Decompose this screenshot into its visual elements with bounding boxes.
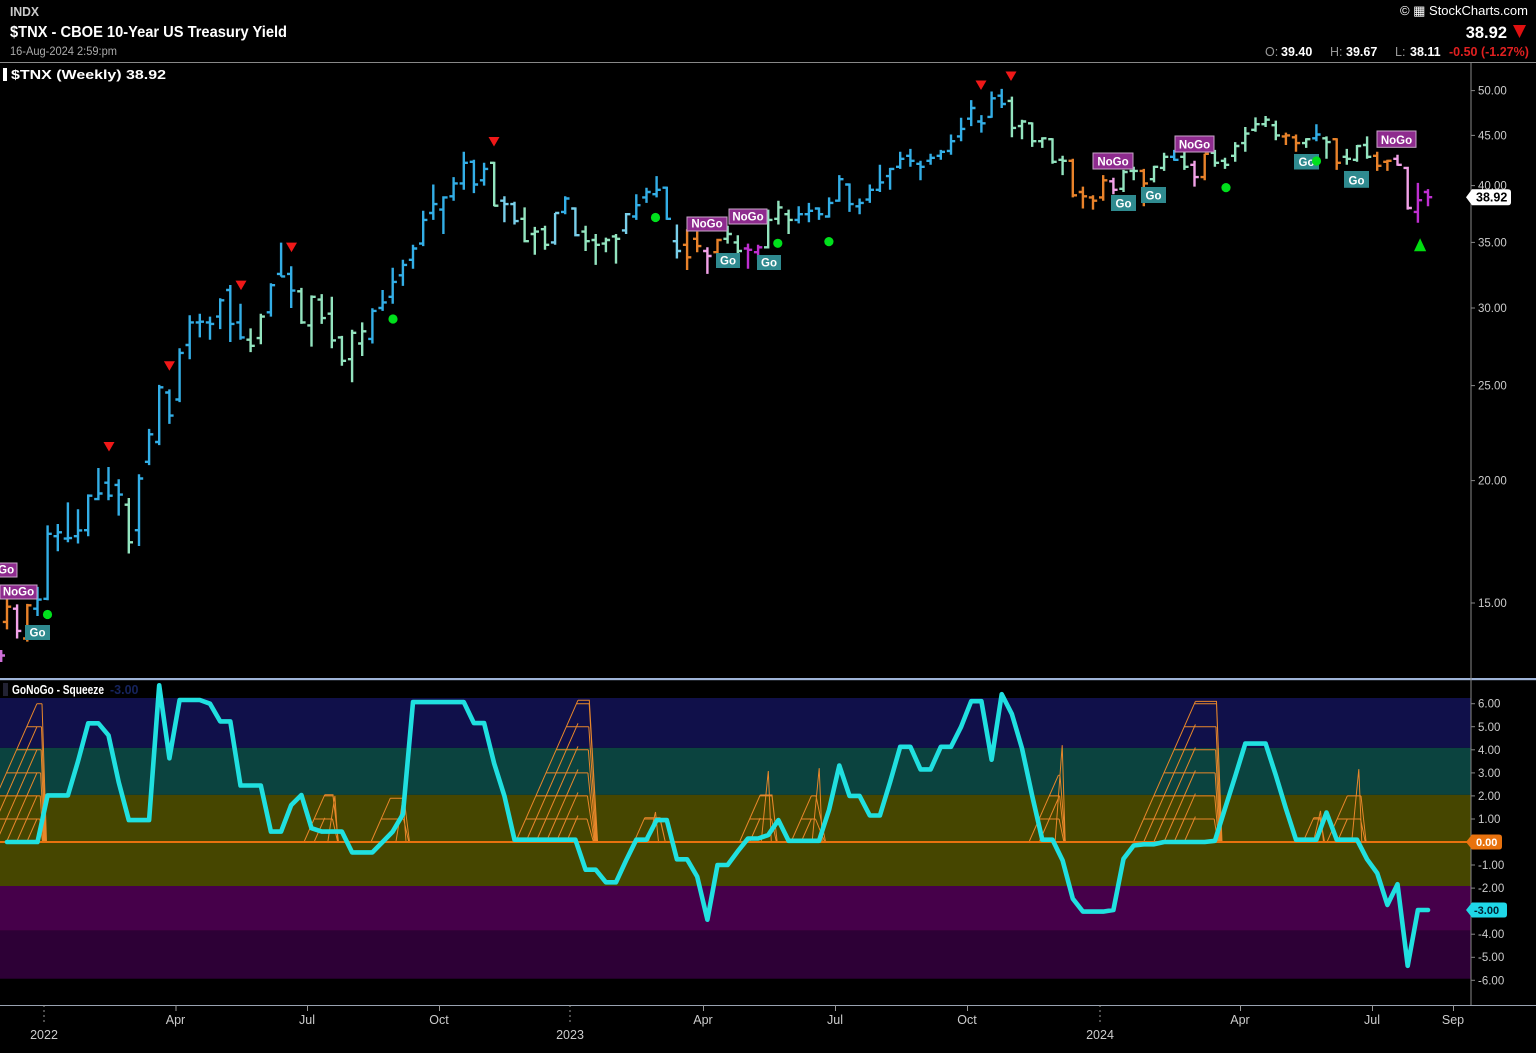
svg-text:Apr: Apr — [1230, 1013, 1249, 1027]
svg-text:30.00: 30.00 — [1478, 303, 1507, 315]
svg-text:-3.00: -3.00 — [110, 683, 139, 697]
svg-text:-2.00: -2.00 — [1478, 883, 1504, 895]
svg-text:38.92: 38.92 — [1466, 24, 1507, 42]
svg-text:16-Aug-2024 2:59:pm: 16-Aug-2024 2:59:pm — [10, 46, 117, 58]
svg-text:GoNoGo - Squeeze: GoNoGo - Squeeze — [12, 683, 104, 697]
svg-text:2.00: 2.00 — [1478, 791, 1500, 803]
svg-text:-3.00: -3.00 — [1474, 905, 1499, 917]
svg-text:Oct: Oct — [957, 1013, 977, 1027]
svg-text:© ▦ StockCharts.com: © ▦ StockCharts.com — [1400, 3, 1528, 18]
svg-text:Jul: Jul — [827, 1013, 843, 1027]
svg-text:2023: 2023 — [556, 1028, 584, 1042]
svg-text:6.00: 6.00 — [1478, 699, 1500, 711]
svg-text:39.40: 39.40 — [1281, 45, 1312, 59]
svg-text:Go: Go — [720, 256, 736, 268]
svg-text:4.00: 4.00 — [1478, 745, 1500, 757]
svg-text:NoGo: NoGo — [732, 212, 763, 224]
svg-text:NoGo: NoGo — [691, 219, 722, 231]
svg-text:-4.00: -4.00 — [1478, 929, 1504, 941]
svg-text:Go: Go — [1116, 199, 1132, 211]
svg-text:Go: Go — [761, 258, 777, 270]
svg-text:INDX: INDX — [10, 4, 39, 19]
svg-text:$TNX (Weekly) 38.92: $TNX (Weekly) 38.92 — [11, 68, 166, 82]
svg-text:NoGo: NoGo — [3, 587, 34, 599]
svg-text:-0.50 (-1.27%): -0.50 (-1.27%) — [1449, 45, 1529, 59]
svg-text:Go: Go — [1299, 157, 1315, 169]
svg-text:45.00: 45.00 — [1478, 130, 1507, 142]
svg-text:$TNX - CBOE 10-Year US Treasur: $TNX - CBOE 10-Year US Treasury Yield — [10, 24, 287, 41]
svg-text:Sep: Sep — [1442, 1013, 1464, 1027]
svg-text:NoGo: NoGo — [1179, 140, 1210, 152]
svg-text:25.00: 25.00 — [1478, 381, 1507, 393]
svg-text:Go: Go — [30, 628, 46, 640]
svg-text:Go: Go — [1146, 191, 1162, 203]
svg-text:39.67: 39.67 — [1346, 45, 1377, 59]
svg-text:-6.00: -6.00 — [1478, 975, 1504, 987]
svg-text:Jul: Jul — [299, 1013, 315, 1027]
svg-text:2024: 2024 — [1086, 1028, 1114, 1042]
svg-text:Oct: Oct — [429, 1013, 449, 1027]
svg-text:Apr: Apr — [166, 1013, 185, 1027]
svg-text:3.00: 3.00 — [1478, 768, 1500, 780]
svg-text:-1.00: -1.00 — [1478, 860, 1504, 872]
svg-text:-5.00: -5.00 — [1478, 952, 1504, 964]
svg-text:NoGo: NoGo — [0, 565, 14, 577]
svg-text:20.00: 20.00 — [1478, 476, 1507, 488]
svg-text:Jul: Jul — [1364, 1013, 1380, 1027]
svg-text:Apr: Apr — [693, 1013, 712, 1027]
svg-text:35.00: 35.00 — [1478, 237, 1507, 249]
svg-text:5.00: 5.00 — [1478, 722, 1500, 734]
svg-text:2022: 2022 — [30, 1028, 58, 1042]
svg-text:0.00: 0.00 — [1476, 837, 1497, 849]
svg-text:15.00: 15.00 — [1478, 598, 1507, 610]
svg-text:50.00: 50.00 — [1478, 86, 1507, 98]
svg-text:L:: L: — [1395, 45, 1405, 59]
svg-text:38.11: 38.11 — [1410, 45, 1441, 59]
svg-text:1.00: 1.00 — [1478, 814, 1500, 826]
svg-text:NoGo: NoGo — [1381, 135, 1412, 147]
svg-text:NoGo: NoGo — [1097, 157, 1128, 169]
svg-text:O:: O: — [1265, 45, 1278, 59]
svg-text:Go: Go — [1349, 175, 1365, 187]
svg-text:H:: H: — [1330, 45, 1343, 59]
svg-text:38.92: 38.92 — [1476, 190, 1507, 204]
